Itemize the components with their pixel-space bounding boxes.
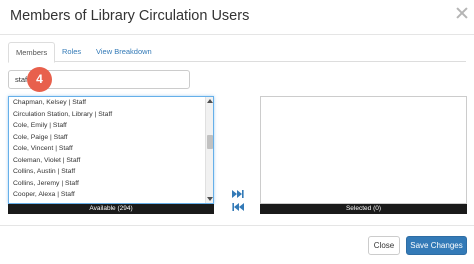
selected-count-label: Selected (0) <box>260 204 467 214</box>
list-item[interactable]: Collins, Austin | Staff <box>9 166 205 178</box>
available-scrollbar[interactable] <box>205 97 213 203</box>
tab-roles[interactable]: Roles <box>55 42 88 62</box>
fast-forward-icon <box>232 190 244 198</box>
scroll-up-arrow-icon[interactable] <box>207 99 213 103</box>
modal-header: Members of Library Circulation Users <box>0 0 474 35</box>
list-item[interactable]: Cole, Paige | Staff <box>9 132 205 144</box>
modal-footer <box>0 225 474 264</box>
list-item[interactable]: Coleman, Violet | Staff <box>9 155 205 167</box>
list-item[interactable]: Chapman, Kelsey | Staff <box>9 97 205 109</box>
save-changes-button[interactable]: Save Changes <box>406 236 467 255</box>
selected-listbox[interactable] <box>260 96 467 204</box>
scroll-thumb[interactable] <box>207 135 213 149</box>
tab-view-breakdown[interactable]: View Breakdown <box>89 42 159 62</box>
list-item[interactable]: Cole, Vincent | Staff <box>9 143 205 155</box>
available-list: Chapman, Kelsey | Staff Circulation Stat… <box>9 97 205 201</box>
list-item[interactable]: Cooper, Alexa | Staff <box>9 189 205 201</box>
available-listbox[interactable]: Chapman, Kelsey | Staff Circulation Stat… <box>8 96 214 204</box>
close-icon[interactable] <box>456 7 468 19</box>
close-button[interactable]: Close <box>368 236 400 255</box>
list-item[interactable]: Collins, Jeremy | Staff <box>9 178 205 190</box>
modal-dialog: Members of Library Circulation Users Mem… <box>0 0 474 264</box>
list-item[interactable]: Cole, Emily | Staff <box>9 120 205 132</box>
list-item[interactable]: Circulation Station, Library | Staff <box>9 109 205 121</box>
tab-bar: Members Roles View Breakdown <box>8 42 466 63</box>
move-all-left-button[interactable] <box>232 202 244 212</box>
available-count-label: Available (294) <box>8 204 214 214</box>
tab-members[interactable]: Members <box>8 42 56 63</box>
move-all-right-button[interactable] <box>232 189 244 199</box>
step-number-badge: 4 <box>27 67 52 92</box>
fast-backward-icon <box>232 203 244 211</box>
scroll-down-arrow-icon[interactable] <box>207 197 213 201</box>
modal-title: Members of Library Circulation Users <box>10 8 250 24</box>
